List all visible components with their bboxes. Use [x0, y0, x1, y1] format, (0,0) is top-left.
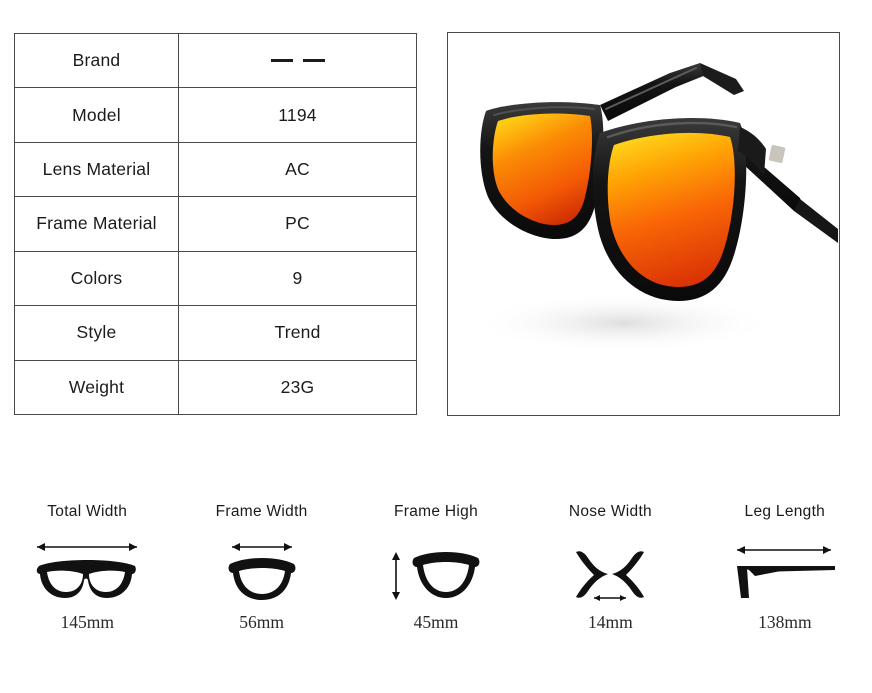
measurement-leg-length: Leg Length 138mm	[698, 500, 872, 660]
spec-label: Frame Material	[15, 197, 179, 251]
spec-label: Colors	[15, 251, 179, 306]
spec-label: Model	[15, 88, 179, 142]
spec-value: Trend	[274, 322, 321, 343]
arrow-vertical	[392, 552, 401, 600]
table-row: Model 1194	[15, 88, 416, 143]
spec-label: Style	[15, 306, 179, 360]
single-lens-icon	[202, 532, 322, 610]
measurement-title: Total Width	[47, 503, 128, 520]
dash-icon	[270, 59, 293, 62]
spec-label: Lens Material	[15, 142, 179, 197]
temple-hinge	[736, 566, 749, 598]
measurement-value: 14mm	[588, 612, 633, 632]
measurements-strip: Total Width 145mm Frame Width 56mm Frame…	[0, 500, 872, 660]
spec-value: 23G	[280, 376, 315, 397]
spec-table: Brand Model 1194 Lens Material AC Frame …	[14, 33, 417, 415]
arrow-horizontal	[37, 543, 138, 551]
table-row: Brand	[15, 34, 416, 89]
glasses-silhouette	[36, 560, 137, 598]
arrow-horizontal	[231, 543, 292, 551]
spec-value: AC	[285, 159, 310, 180]
measurement-frame-width: Frame Width 56mm	[174, 500, 348, 660]
nose-right	[612, 551, 645, 598]
temple-taper	[748, 570, 781, 576]
table-row: Weight 23G	[15, 360, 416, 414]
full-glasses-icon	[27, 532, 147, 610]
measurement-value: 138mm	[758, 612, 812, 632]
measurement-value: 45mm	[413, 612, 459, 632]
measurement-frame-high: Frame High 45mm	[349, 500, 523, 660]
spec-label: Weight	[15, 360, 179, 414]
product-shadow	[473, 293, 773, 353]
measurement-total-width: Total Width 145mm	[0, 500, 174, 660]
table-row: Lens Material AC	[15, 142, 416, 198]
measurement-value: 56mm	[239, 612, 284, 632]
table-row: Frame Material PC	[15, 197, 416, 252]
lens-outline	[412, 552, 480, 598]
temple-arm-icon	[725, 532, 845, 610]
nose-left	[576, 551, 609, 598]
measurement-title: Frame Width	[215, 503, 308, 520]
arrow-horizontal	[736, 546, 831, 554]
measurement-value: 145mm	[60, 612, 114, 632]
single-lens-icon	[376, 532, 496, 610]
spec-label: Brand	[15, 34, 179, 88]
spec-value: 9	[292, 267, 303, 288]
measurement-title: Leg Length	[744, 503, 826, 520]
dash-icon	[302, 59, 325, 62]
spec-value: PC	[285, 213, 310, 234]
lens-outline	[228, 558, 296, 600]
measurement-title: Nose Width	[568, 503, 652, 520]
product-photo	[447, 32, 840, 416]
table-row: Colors 9	[15, 251, 416, 307]
measurement-title: Frame High	[394, 503, 478, 520]
arrow-horizontal-small	[594, 595, 627, 601]
spec-value-brand	[179, 34, 416, 87]
sunglasses-product-image	[448, 33, 838, 414]
table-row: Style Trend	[15, 306, 416, 361]
nose-bridge-icon	[550, 532, 670, 610]
spec-value: 1194	[278, 104, 317, 125]
measurement-nose-width: Nose Width 14mm	[523, 500, 697, 660]
